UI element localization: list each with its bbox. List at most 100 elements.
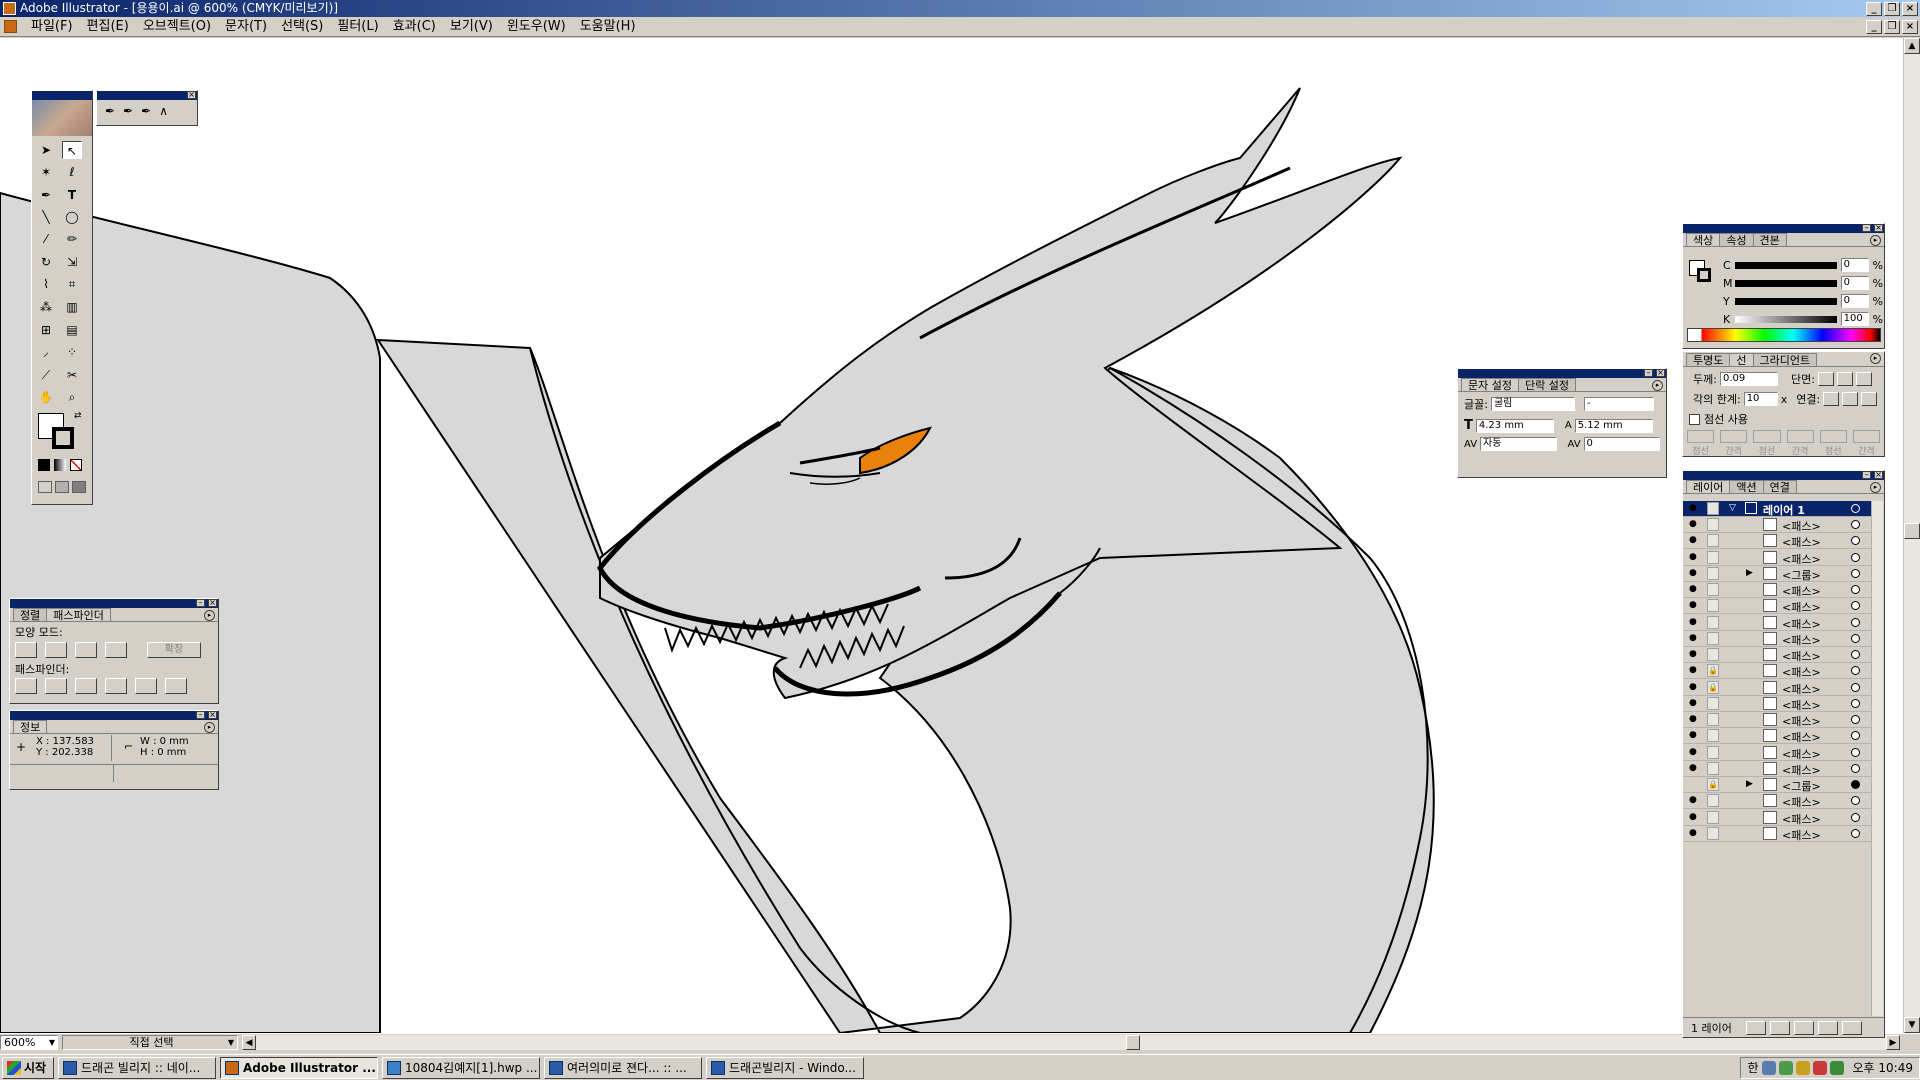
kerning-field[interactable]: 자동 bbox=[1480, 437, 1557, 451]
close-button[interactable]: × bbox=[1902, 2, 1918, 16]
tab-links[interactable]: 연결 bbox=[1762, 480, 1797, 494]
visibility-eye-icon[interactable]: ● bbox=[1689, 600, 1697, 610]
delete-layer-button[interactable] bbox=[1841, 1020, 1862, 1035]
visibility-eye-icon[interactable]: ● bbox=[1689, 763, 1697, 773]
lock-toggle[interactable] bbox=[1707, 745, 1719, 759]
visibility-eye-icon[interactable]: ● bbox=[1689, 698, 1697, 708]
miter-limit-field[interactable]: 10 bbox=[1743, 392, 1778, 406]
layers-menu-button[interactable]: ▸ bbox=[1870, 482, 1881, 493]
layer-row[interactable]: ● <패스> bbox=[1683, 533, 1873, 550]
layer-row-main[interactable]: ● ▽ 레이어 1 bbox=[1683, 501, 1873, 517]
tab-gradient[interactable]: 그라디언트 bbox=[1752, 353, 1818, 367]
visibility-eye-icon[interactable]: ● bbox=[1689, 812, 1697, 822]
minimize-button[interactable]: _ bbox=[1866, 2, 1882, 16]
new-layer-button[interactable] bbox=[1817, 1020, 1838, 1035]
character-menu-button[interactable]: ▸ bbox=[1652, 380, 1663, 391]
layer-row[interactable]: ● <패스> bbox=[1683, 517, 1873, 533]
menu-window[interactable]: 윈도우(W) bbox=[500, 17, 573, 37]
lock-toggle[interactable] bbox=[1707, 761, 1719, 775]
target-circle[interactable] bbox=[1851, 552, 1860, 562]
target-circle[interactable] bbox=[1851, 585, 1860, 594]
lock-toggle[interactable] bbox=[1707, 502, 1719, 515]
lasso-tool-icon[interactable]: ℓ bbox=[62, 163, 82, 181]
locate-object-button[interactable] bbox=[1745, 1020, 1766, 1035]
gradient-mode-icon[interactable] bbox=[54, 459, 66, 471]
type-tool-icon[interactable]: T bbox=[62, 186, 82, 204]
menu-type[interactable]: 문자(T) bbox=[218, 17, 274, 37]
scroll-up-arrow[interactable]: ▲ bbox=[1904, 38, 1920, 54]
dash-2-field[interactable] bbox=[1753, 430, 1781, 443]
target-circle[interactable] bbox=[1851, 828, 1860, 838]
target-circle[interactable] bbox=[1851, 715, 1860, 724]
tracking-field[interactable]: 0 bbox=[1583, 437, 1660, 451]
start-button[interactable]: 시작 bbox=[2, 1056, 54, 1079]
menu-file[interactable]: 파일(F) bbox=[24, 17, 80, 37]
free-transform-tool-icon[interactable]: ⌗ bbox=[62, 275, 82, 293]
gap-3-field[interactable] bbox=[1852, 430, 1881, 443]
visibility-eye-icon[interactable]: ● bbox=[1689, 795, 1697, 805]
gradient-tool-icon[interactable]: ▤ bbox=[62, 321, 82, 339]
pen-tool-icon[interactable]: ✒ bbox=[36, 186, 56, 204]
visibility-eye-icon[interactable]: ● bbox=[1689, 747, 1697, 757]
vertical-scrollbar[interactable]: ▲ ▼ bbox=[1903, 38, 1920, 1033]
tab-info[interactable]: 정보 bbox=[13, 720, 48, 734]
target-circle[interactable] bbox=[1851, 633, 1860, 643]
stroke-swatch[interactable] bbox=[52, 427, 74, 449]
divide-button[interactable] bbox=[15, 678, 37, 694]
layer-row[interactable]: ● 🔒 <패스> bbox=[1683, 680, 1873, 696]
outline-button[interactable] bbox=[135, 678, 157, 694]
layer-row[interactable]: ● <패스> bbox=[1683, 615, 1873, 631]
lock-toggle[interactable] bbox=[1707, 713, 1719, 726]
lock-toggle[interactable] bbox=[1707, 518, 1719, 531]
menu-edit[interactable]: 편집(E) bbox=[80, 17, 136, 37]
target-circle[interactable] bbox=[1851, 731, 1860, 741]
layers-close-button[interactable]: × bbox=[1874, 471, 1883, 479]
tab-paragraph[interactable]: 단락 설정 bbox=[1517, 378, 1576, 392]
visibility-eye-icon[interactable]: ● bbox=[1689, 552, 1697, 562]
leading-field[interactable]: 5.12 mm bbox=[1574, 418, 1653, 433]
slice-tool-icon[interactable]: ⟋ bbox=[36, 366, 56, 384]
target-circle[interactable] bbox=[1851, 747, 1860, 757]
paintbrush-tool-icon[interactable]: ⁄ bbox=[36, 230, 56, 248]
lock-toggle[interactable] bbox=[1707, 810, 1719, 824]
lock-toggle[interactable] bbox=[1707, 696, 1719, 710]
menu-select[interactable]: 선택(S) bbox=[274, 17, 330, 37]
info-minimize-button[interactable]: – bbox=[196, 711, 205, 719]
line-tool-icon[interactable]: ╲ bbox=[36, 208, 56, 226]
visibility-eye-icon[interactable]: ● bbox=[1689, 568, 1697, 578]
color-menu-button[interactable]: ▸ bbox=[1870, 235, 1881, 246]
lock-toggle[interactable] bbox=[1707, 550, 1719, 564]
visibility-eye-icon[interactable]: ● bbox=[1689, 682, 1697, 692]
hscroll-thumb[interactable] bbox=[1126, 1035, 1140, 1050]
target-circle[interactable] bbox=[1851, 780, 1860, 789]
expand-triangle-icon[interactable]: ▶ bbox=[1746, 779, 1753, 789]
layer-row[interactable]: ● <패스> bbox=[1683, 550, 1873, 566]
cyan-slider[interactable] bbox=[1734, 261, 1837, 269]
new-sublayer-button[interactable] bbox=[1793, 1020, 1814, 1035]
horizontal-scrollbar[interactable] bbox=[256, 1035, 1886, 1050]
layer-row[interactable]: ● <패스> bbox=[1683, 810, 1873, 826]
lock-toggle[interactable]: 🔒 bbox=[1707, 680, 1719, 694]
stroke-menu-button[interactable]: ▸ bbox=[1870, 353, 1881, 364]
intersect-shape-button[interactable] bbox=[75, 642, 97, 658]
visibility-eye-icon[interactable]: ● bbox=[1689, 584, 1697, 594]
swap-fill-stroke-icon[interactable]: ⇄ bbox=[74, 411, 82, 421]
layer-row[interactable]: ● <패스> bbox=[1683, 598, 1873, 615]
color-close-button[interactable]: × bbox=[1874, 224, 1883, 232]
tab-color[interactable]: 색상 bbox=[1686, 233, 1721, 247]
visibility-eye-icon[interactable]: ● bbox=[1689, 617, 1697, 627]
yellow-value[interactable]: 0 bbox=[1840, 294, 1869, 308]
doc-restore-button[interactable]: ❐ bbox=[1884, 20, 1900, 34]
collapse-triangle-icon[interactable]: ▽ bbox=[1729, 503, 1736, 513]
round-cap-button[interactable] bbox=[1836, 372, 1853, 386]
crop-button[interactable] bbox=[105, 678, 127, 694]
delete-anchor-point-icon[interactable]: ✒ bbox=[141, 104, 151, 118]
visibility-eye-icon[interactable]: ● bbox=[1689, 714, 1697, 724]
taskbar-item-illustrator[interactable]: Adobe Illustrator ... bbox=[220, 1056, 378, 1079]
layer-row[interactable]: ● <패스> bbox=[1683, 728, 1873, 745]
lock-toggle[interactable] bbox=[1707, 583, 1719, 596]
layer-row[interactable]: ● <패스> bbox=[1683, 793, 1873, 810]
visibility-eye-icon[interactable]: ● bbox=[1689, 503, 1697, 513]
scroll-down-arrow[interactable]: ▼ bbox=[1904, 1017, 1920, 1033]
butt-cap-button[interactable] bbox=[1817, 372, 1834, 386]
